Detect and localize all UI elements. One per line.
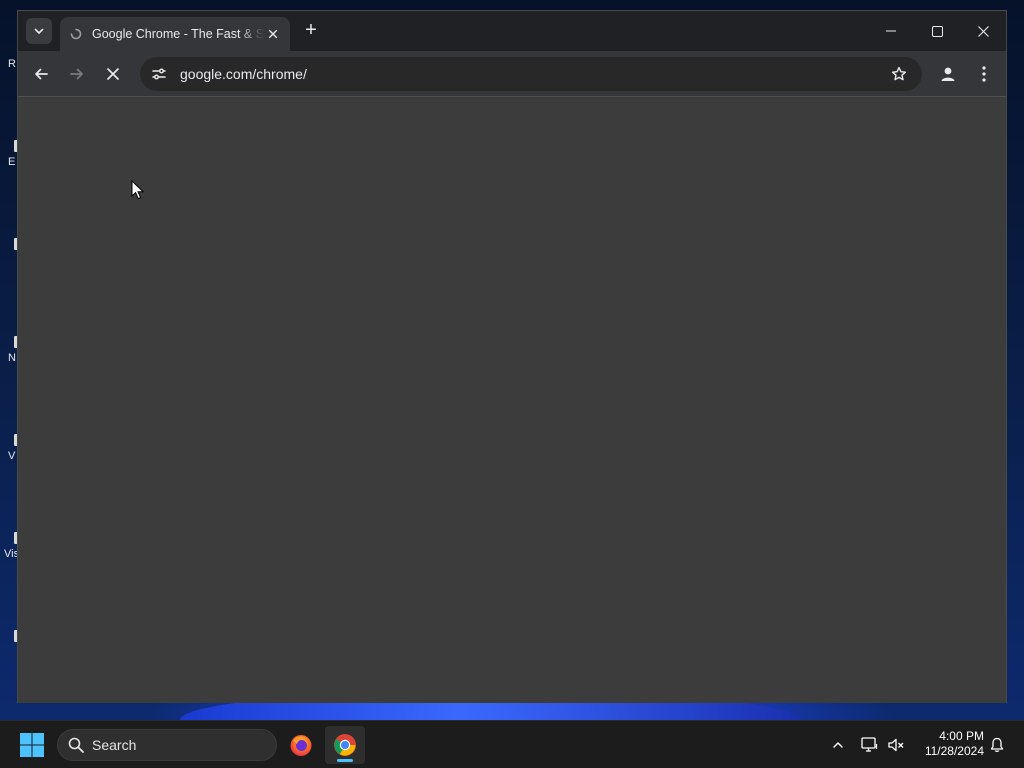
forward-arrow-icon (70, 68, 83, 80)
bell-icon (990, 737, 1004, 752)
taskbar-app-chrome[interactable] (325, 726, 365, 764)
back-arrow-icon (35, 68, 48, 80)
volume-muted-icon (888, 738, 904, 752)
tune-icon (152, 68, 166, 80)
chevron-up-icon (833, 742, 843, 748)
search-icon (68, 737, 84, 753)
forward-button[interactable] (63, 60, 91, 88)
address-bar[interactable]: google.com/chrome/ (140, 57, 922, 91)
network-button[interactable] (858, 733, 882, 757)
minimize-button[interactable] (868, 11, 914, 51)
profile-icon (941, 67, 955, 81)
close-window-button[interactable] (960, 11, 1006, 51)
back-button[interactable] (27, 60, 55, 88)
notifications-button[interactable] (985, 733, 1009, 757)
taskbar-search-box[interactable]: Search (57, 729, 277, 761)
chrome-menu-button[interactable] (970, 60, 998, 88)
page-content-loading[interactable] (18, 97, 1006, 703)
profile-button[interactable] (934, 60, 962, 88)
minimize-icon (886, 30, 896, 32)
stop-loading-icon (107, 68, 119, 80)
url-text[interactable]: google.com/chrome/ (180, 66, 884, 82)
desktop-icon-label: N (8, 352, 16, 364)
clock-time: 4:00 PM (939, 729, 984, 743)
desktop-icon-label: R (8, 58, 16, 70)
network-icon (861, 737, 878, 752)
tab-active[interactable]: Google Chrome - The Fast & Secure Web Br… (60, 17, 290, 51)
taskbar-clock[interactable]: 4:00 PM 11/28/2024 (916, 729, 984, 759)
start-button[interactable] (16, 731, 48, 759)
maximize-button[interactable] (914, 11, 960, 51)
star-icon (891, 66, 907, 81)
kebab-menu-icon (982, 66, 986, 82)
firefox-icon (290, 735, 312, 756)
clock-date: 11/28/2024 (924, 744, 984, 758)
new-tab-button[interactable]: + (300, 20, 322, 42)
windows-start-icon (20, 733, 44, 757)
tab-close-button[interactable] (264, 25, 282, 43)
stop-loading-button[interactable] (99, 60, 127, 88)
tab-title: Google Chrome - The Fast & Secure Web Br… (92, 27, 264, 41)
active-app-indicator (337, 759, 353, 762)
chevron-down-icon (34, 28, 44, 34)
maximize-icon (931, 25, 943, 37)
close-icon (268, 29, 278, 39)
show-hidden-icons-button[interactable] (826, 733, 850, 757)
mouse-cursor-icon (131, 180, 145, 200)
chrome-window: Google Chrome - The Fast & Secure Web Br… (17, 10, 1007, 703)
search-placeholder: Search (92, 737, 137, 753)
tab-search-button[interactable] (26, 18, 52, 44)
volume-button[interactable] (884, 733, 908, 757)
tab-strip: Google Chrome - The Fast & Secure Web Br… (18, 11, 1006, 51)
close-icon (977, 25, 989, 37)
site-info-button[interactable] (144, 59, 174, 89)
chrome-icon (334, 734, 356, 756)
loading-favicon-icon (70, 28, 82, 40)
browser-toolbar: google.com/chrome/ (18, 51, 1006, 97)
taskbar-app-firefox[interactable] (281, 726, 321, 764)
desktop-icon-label: V (8, 450, 16, 462)
desktop-icon-label: E (8, 156, 16, 168)
bookmark-button[interactable] (884, 59, 914, 89)
taskbar: Search 4:00 PM 11/28/2024 (0, 720, 1024, 768)
